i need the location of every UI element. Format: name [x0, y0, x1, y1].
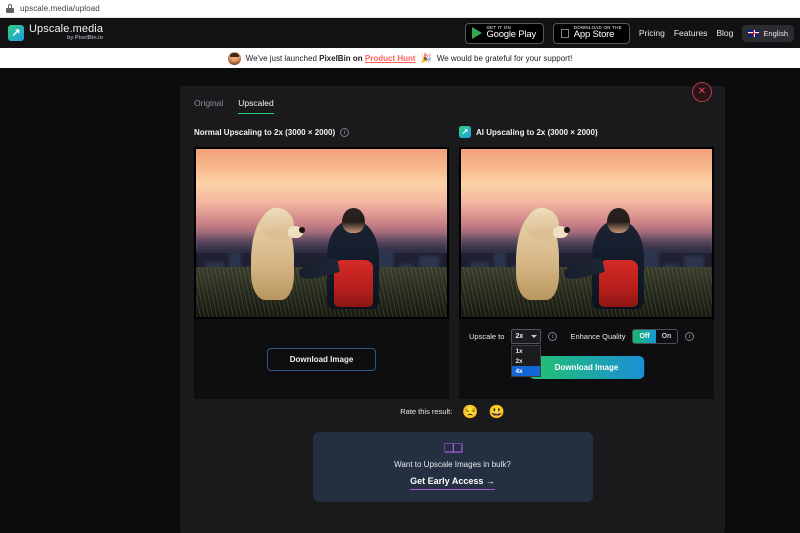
url-text[interactable]: upscale.media/upload — [20, 4, 100, 13]
header-right-group: GET IT ON Google Play  Download on the … — [465, 22, 794, 44]
product-hunt-link[interactable]: Product Hunt — [365, 54, 416, 63]
logo-text-block: Upscale.media by PixelBin.io — [29, 24, 103, 42]
logo-title: Upscale.media — [29, 23, 104, 36]
normal-panel-header: Normal Upscaling to 2x (3000 × 2000) i — [194, 124, 449, 140]
promo-text-before: We've just launched — [245, 53, 320, 63]
upscale-option-4x[interactable]: 4x — [512, 366, 541, 376]
app-store-text: Download on the App Store — [573, 25, 622, 41]
language-selector[interactable]: English — [742, 24, 794, 42]
photo-red-scarf — [599, 259, 638, 307]
upscale-factor-options: 1x 2x 4x — [511, 345, 542, 377]
promo-banner[interactable]: We've just launched PixelBin on Product … — [0, 48, 800, 68]
tab-upscaled[interactable]: Upscaled — [238, 98, 274, 114]
upscale-factor-select[interactable]: 2x 1x 2x 4x — [511, 329, 542, 377]
promo-text: We've just launched PixelBin on Product … — [246, 54, 416, 63]
google-play-text: GET IT ON Google Play — [486, 25, 536, 41]
logo-subtitle: by PixelBin.io — [66, 35, 104, 42]
photo-red-scarf — [334, 259, 373, 307]
promo-text-bold: PixelBin on — [319, 53, 365, 63]
rate-sad-emoji-icon[interactable]: 😒 — [462, 405, 478, 418]
google-play-icon — [472, 27, 483, 39]
get-early-access-link[interactable]: Get Early Access → — [410, 476, 495, 490]
party-emoji-icon: 🎉 — [420, 52, 432, 63]
info-icon[interactable]: i — [548, 332, 558, 341]
photo-man-head — [606, 207, 631, 233]
enhance-quality-label: Enhance Quality — [570, 332, 626, 341]
app-store-button[interactable]:  Download on the App Store — [553, 22, 630, 44]
normal-panel-title: Normal Upscaling to 2x (3000 × 2000) — [194, 127, 336, 137]
comparison-panels: Normal Upscaling to 2x (3000 × 2000) i D… — [180, 124, 725, 399]
enhance-toggle-off[interactable]: Off — [633, 330, 656, 343]
enhance-quality-toggle[interactable]: Off On — [632, 329, 679, 344]
upscale-option-1x[interactable]: 1x — [512, 346, 540, 356]
rate-result-label: Rate this result: — [400, 407, 453, 416]
google-play-big: Google Play — [486, 29, 536, 41]
result-tabs: Original Upscaled — [180, 86, 725, 114]
enhance-toggle-on[interactable]: On — [656, 330, 678, 343]
rate-result-row: Rate this result: 😒 😃 — [180, 405, 725, 418]
ai-panel-header: AI Upscaling to 2x (3000 × 2000) — [459, 124, 714, 140]
upscale-to-label: Upscale to — [469, 332, 505, 341]
tab-original[interactable]: Original — [194, 98, 223, 114]
close-icon[interactable]: ✕ — [692, 82, 712, 102]
ai-upscale-icon — [459, 126, 471, 138]
promo-text-after: We would be grateful for your support! — [436, 53, 573, 63]
site-header: Upscale.media by PixelBin.io GET IT ON G… — [0, 18, 800, 48]
normal-upscaled-image — [194, 147, 449, 319]
pixelbin-bulk-icon: ❏❏ — [443, 441, 464, 455]
nav-link-pricing[interactable]: Pricing — [639, 28, 665, 38]
ai-panel-footer: Upscale to 2x 1x 2x 4x i Enhance Quality — [459, 319, 714, 399]
app-store-big: App Store — [573, 29, 615, 41]
upscale-factor-value: 2x — [515, 333, 524, 340]
modal-overlay: ✕ Original Upscaled Normal Upscaling to … — [0, 68, 800, 533]
ai-panel-title: AI Upscaling to 2x (3000 × 2000) — [476, 127, 598, 137]
lock-icon — [6, 4, 14, 13]
photo-man-head — [341, 207, 366, 233]
photo-dog-nose — [564, 227, 570, 233]
info-icon[interactable]: i — [685, 332, 695, 341]
ai-upscaled-image — [459, 147, 714, 319]
upscale-result-modal: ✕ Original Upscaled Normal Upscaling to … — [180, 82, 725, 533]
rate-happy-emoji-icon[interactable]: 😃 — [489, 405, 505, 418]
normal-upscale-panel: Normal Upscaling to 2x (3000 × 2000) i D… — [194, 124, 449, 399]
google-play-button[interactable]: GET IT ON Google Play — [465, 22, 544, 44]
uk-flag-icon — [748, 29, 760, 37]
nav-link-features[interactable]: Features — [674, 28, 708, 38]
ai-upscale-panel: AI Upscaling to 2x (3000 × 2000) — [459, 124, 714, 399]
bulk-question-text: Want to Upscale Images in bulk? — [394, 460, 511, 469]
ai-controls-row: Upscale to 2x 1x 2x 4x i Enhance Quality — [469, 329, 704, 377]
info-icon[interactable]: i — [340, 127, 350, 137]
bulk-upscale-card[interactable]: ❏❏ Want to Upscale Images in bulk? Get E… — [312, 432, 593, 502]
upscale-arrow-icon — [8, 25, 24, 41]
normal-panel-footer: Download Image — [194, 319, 449, 399]
photo-dog-nose — [299, 227, 305, 233]
apple-icon:  — [560, 27, 570, 40]
browser-address-bar: upscale.media/upload — [0, 0, 800, 18]
chevron-down-icon — [531, 335, 538, 338]
language-label: English — [763, 28, 788, 38]
download-image-button-normal[interactable]: Download Image — [266, 347, 377, 371]
upscale-option-2x[interactable]: 2x — [512, 356, 540, 366]
site-logo[interactable]: Upscale.media by PixelBin.io — [8, 24, 103, 42]
download-image-button-ai[interactable]: Download Image — [528, 356, 645, 379]
nav-link-blog[interactable]: Blog — [716, 28, 733, 38]
product-hunt-avatar — [227, 51, 241, 65]
